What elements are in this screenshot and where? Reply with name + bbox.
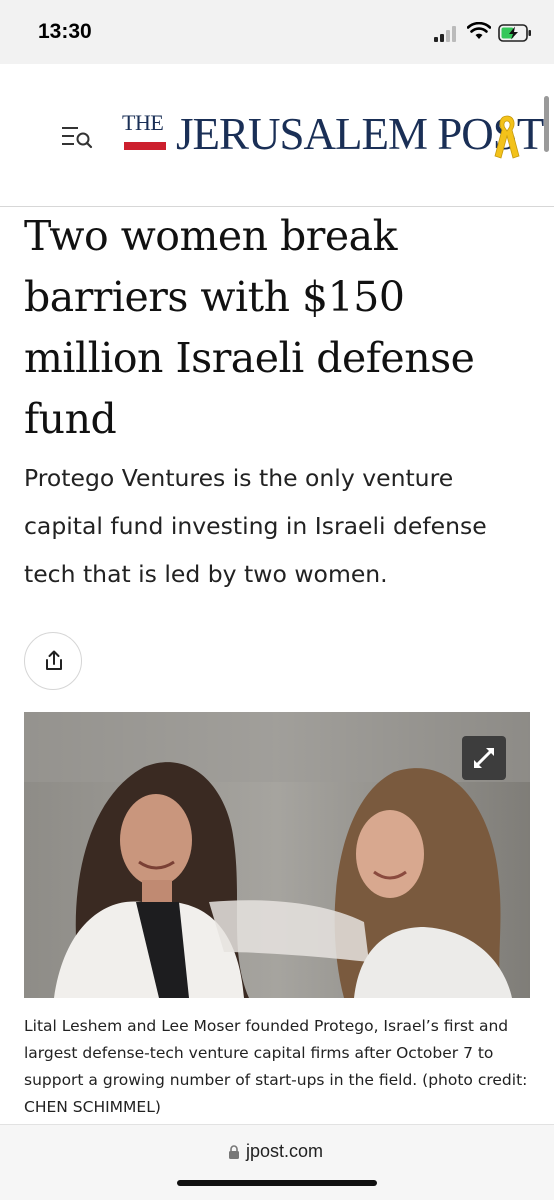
site-logo[interactable]: THE JERUSALEM POST [120, 109, 544, 172]
cellular-signal-icon [434, 26, 460, 42]
browser-address-bar[interactable]: jpost.com [0, 1124, 554, 1200]
menu-search-icon[interactable] [60, 124, 94, 150]
photo-scene [24, 712, 530, 998]
article-photo[interactable] [24, 712, 530, 998]
home-indicator[interactable] [177, 1180, 377, 1186]
article-headline: Two women break barriers with $150 milli… [24, 212, 475, 443]
share-button[interactable] [24, 632, 82, 690]
logo-the: THE [122, 110, 164, 135]
logo-name: JERUSALEM POST [176, 109, 544, 159]
battery-charging-icon [498, 24, 531, 42]
expand-image-button[interactable] [462, 736, 506, 780]
expand-arrows-icon [474, 748, 494, 768]
lock-icon [229, 1145, 239, 1159]
status-time: 13:30 [38, 20, 92, 43]
wifi-icon [467, 22, 491, 39]
url-domain[interactable]: jpost.com [246, 1141, 323, 1162]
photo-caption: Lital Leshem and Lee Moser founded Prote… [24, 1017, 528, 1116]
share-icon [46, 650, 62, 670]
page-scrollbar[interactable] [544, 96, 549, 152]
logo-red-bar [124, 142, 166, 150]
yellow-ribbon-icon [494, 115, 520, 159]
status-bar: 13:30 [0, 0, 554, 64]
site-header: THE JERUSALEM POST [0, 64, 554, 207]
article-subheadline: Protego Ventures is the only venture cap… [24, 464, 487, 588]
